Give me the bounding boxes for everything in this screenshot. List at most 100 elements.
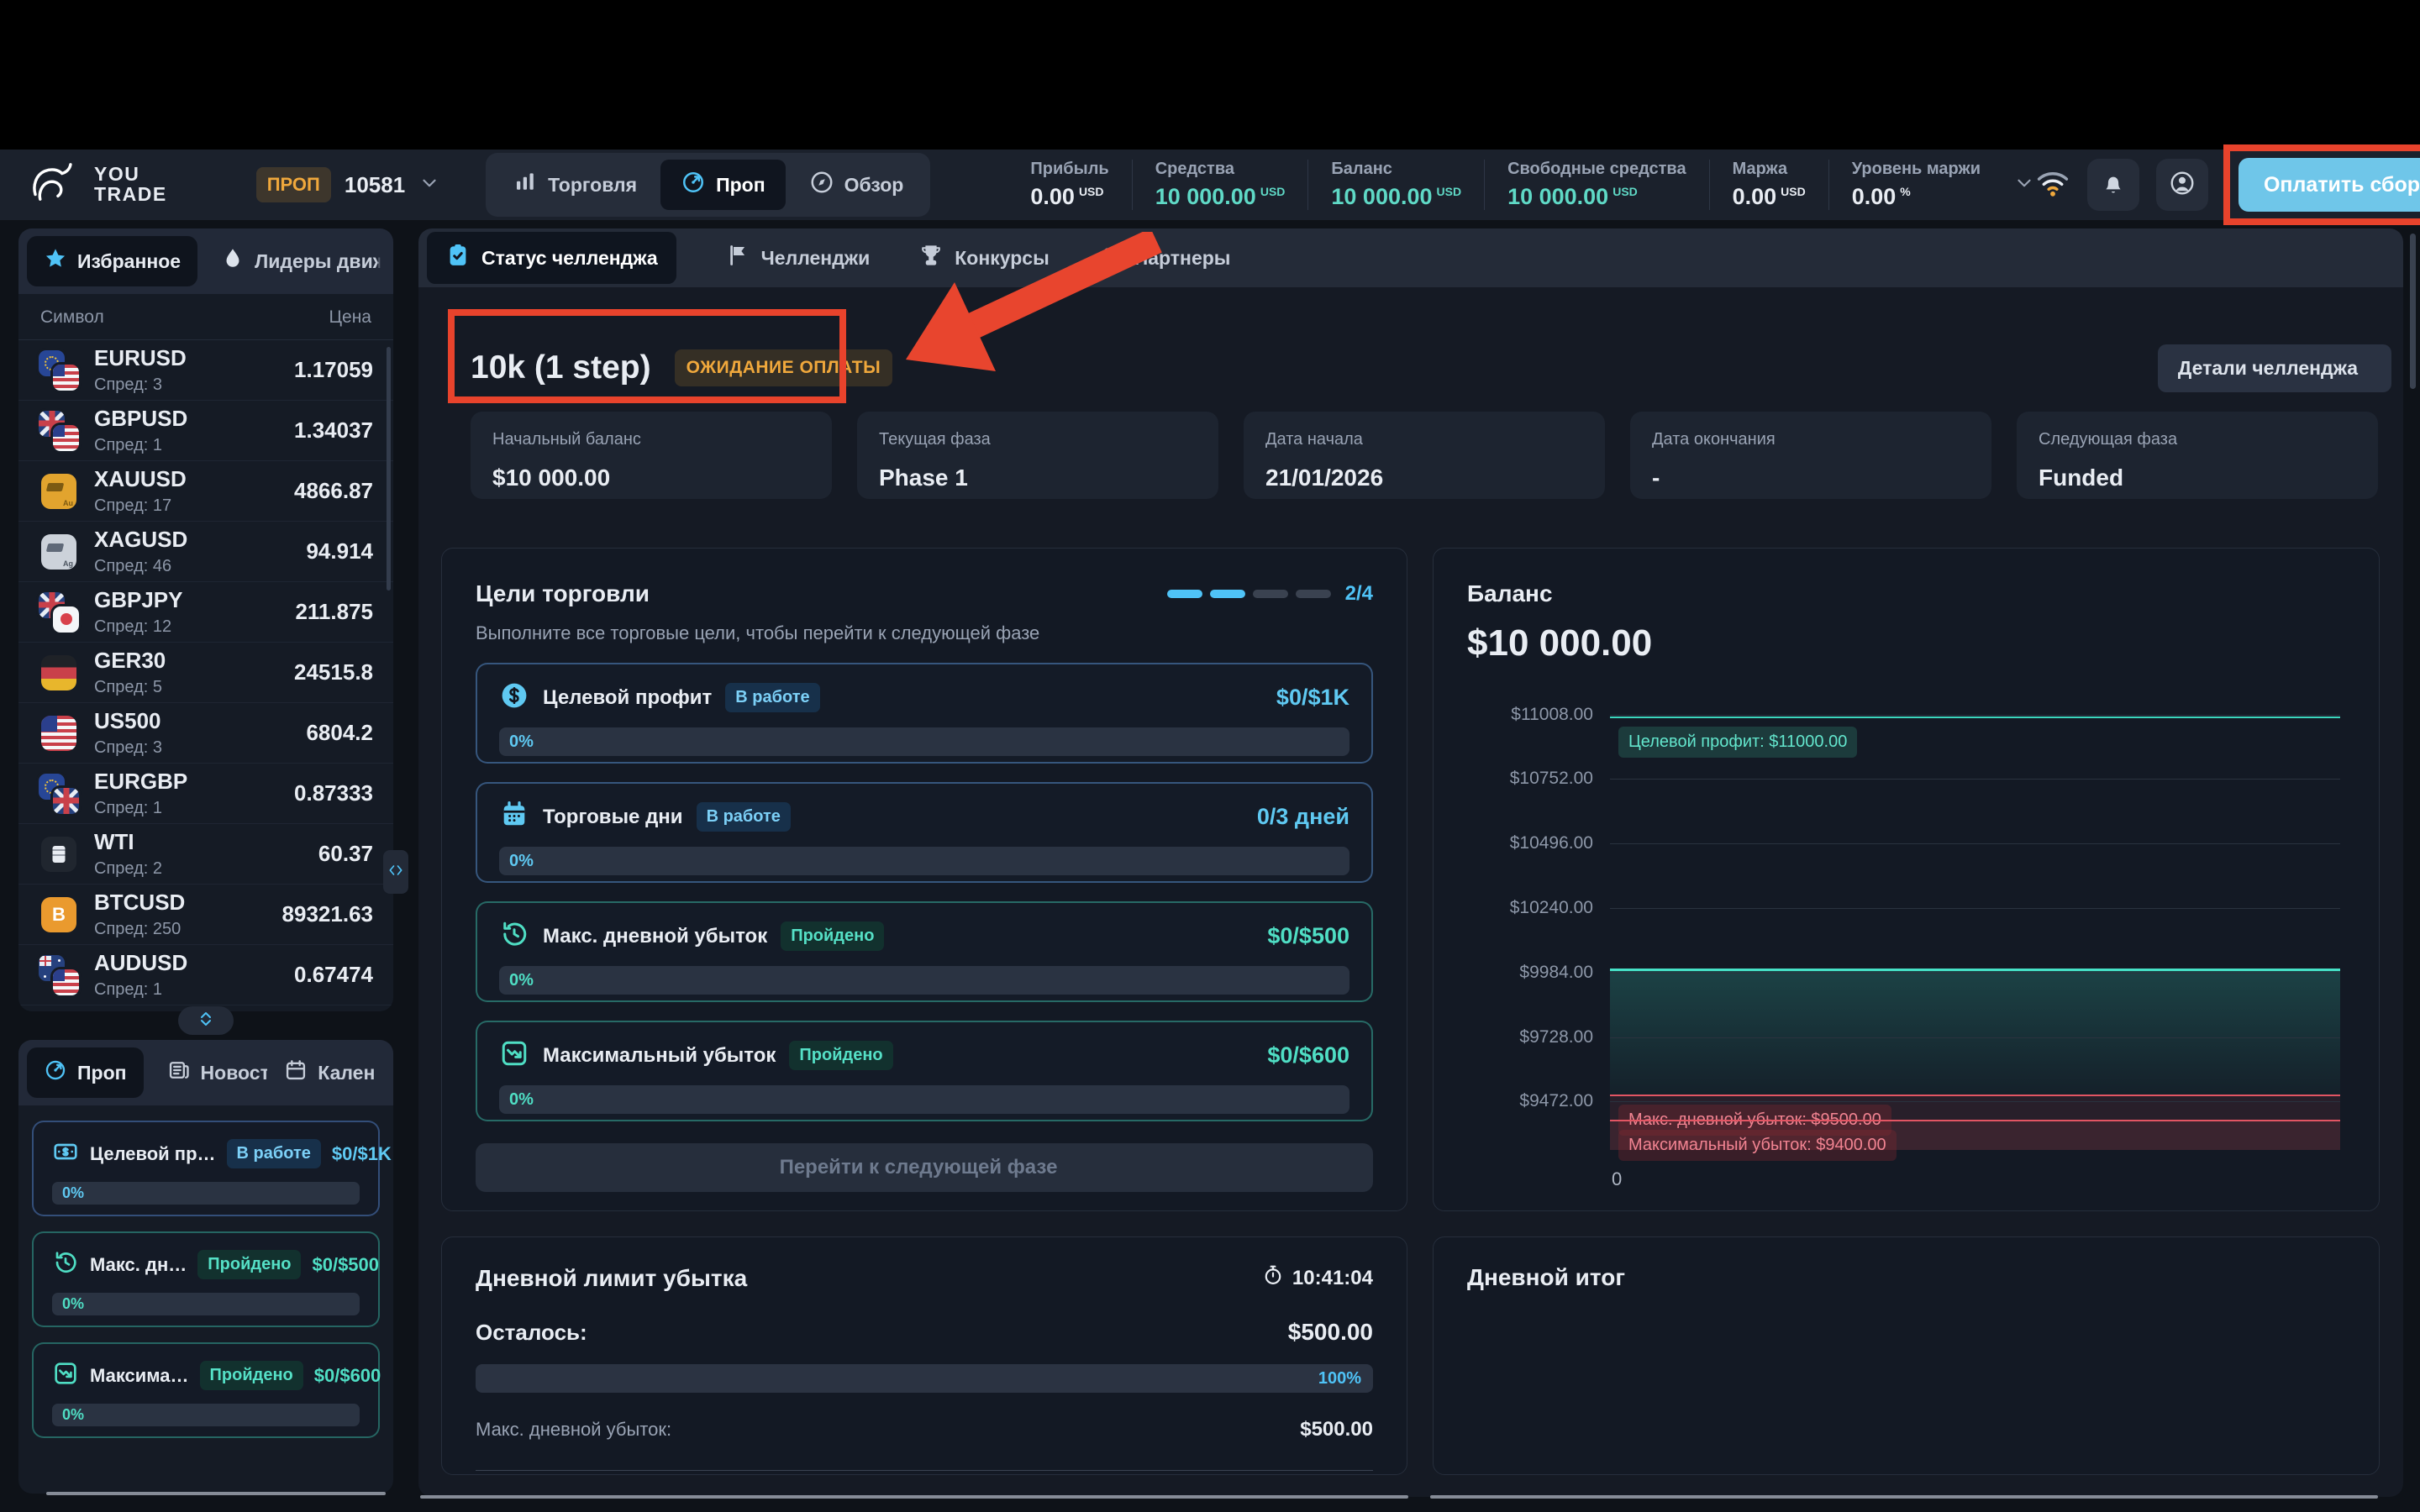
daily-loss-limit-card: Дневной лимит убытка 10:41:04 Осталось: …	[441, 1236, 1407, 1475]
mini-goal-profit-target[interactable]: Целевой пр… В работе $0/$1K 0%	[32, 1121, 380, 1216]
tab-contests[interactable]: Конкурсы	[918, 243, 1049, 273]
watchlist-scrollbar[interactable]	[387, 347, 391, 591]
balance-chart-ylabels: $11008.00$10752.00$10496.00$10240.00$998…	[1467, 696, 1593, 1150]
compass-icon	[809, 170, 834, 200]
challenge-tabs: Статус челленджа Челленджи Конкурсы Парт…	[418, 228, 2403, 287]
goals-title: Цели торговли	[476, 580, 650, 607]
account-id: 10581	[345, 172, 405, 198]
y-tick-label: $9984.00	[1519, 963, 1593, 983]
balance-chart: $11008.00$10752.00$10496.00$10240.00$998…	[1467, 696, 2345, 1200]
oil-icon	[39, 834, 79, 874]
stat-margin: Маржа 0.00USD	[1709, 160, 1828, 210]
challenge-title-row: 10k (1 step) ОЖИДАНИЕ ОПЛАТЫ Детали челл…	[471, 334, 2391, 402]
stopwatch-icon	[1262, 1264, 1284, 1292]
watchlist-row-xagusd[interactable]: Ag XAGUSDСпред: 46 94.914	[18, 522, 393, 582]
calendar-icon	[284, 1058, 308, 1087]
gridline	[1610, 908, 2340, 909]
panel-expand-button[interactable]	[178, 1006, 234, 1035]
window-scrollbar[interactable]	[2410, 234, 2416, 389]
tab-top-movers[interactable]: Лидеры движения	[221, 247, 385, 276]
account-type-badge: ПРОП	[256, 167, 331, 202]
watchlist-row-gbpusd[interactable]: GBPUSDСпред: 1 1.34037	[18, 401, 393, 461]
watchlist-row-ger30[interactable]: GER30Спред: 5 24515.8	[18, 643, 393, 703]
watchlist-row-wti[interactable]: WTIСпред: 2 60.37	[18, 824, 393, 885]
watchlist-tabs: Избранное Лидеры движения	[18, 228, 393, 294]
notifications-button[interactable]	[2087, 159, 2139, 211]
mini-goal-max-daily-loss[interactable]: Макс. дн… Пройдено $0/$500 0%	[32, 1231, 380, 1327]
balance-area	[1610, 969, 2340, 1095]
app-screen: YOU TRADE ПРОП 10581 Торговля Проп Обзор	[0, 0, 2420, 1512]
logo-line1: YOU	[94, 165, 167, 185]
trading-goals-card: Цели торговли 2/4 Выполните все торговые…	[441, 548, 1407, 1211]
gridline	[1610, 973, 2340, 974]
panel-bottom-edge	[1430, 1495, 2378, 1499]
watchlist-row-btcusd[interactable]: B BTCUSDСпред: 250 89321.63	[18, 885, 393, 945]
sidebar-resize-handle[interactable]	[383, 850, 408, 894]
watchlist-row-eurgbp[interactable]: EURGBPСпред: 1 0.87333	[18, 764, 393, 824]
watchlist-row-audusd[interactable]: AUDUSDСпред: 1 0.67474	[18, 945, 393, 1005]
goal-trading-days[interactable]: Торговые дни В работе 0/3 дней 0%	[476, 782, 1373, 883]
mini-goal-max-loss[interactable]: Максима… Пройдено $0/$600 0%	[32, 1342, 380, 1438]
challenge-details-button[interactable]: Детали челленджа	[2158, 344, 2391, 392]
divider	[476, 1470, 1373, 1471]
brand-logo[interactable]: YOU TRADE	[30, 162, 167, 208]
main-nav: Торговля Проп Обзор	[486, 153, 930, 217]
account-switcher[interactable]: ПРОП 10581	[256, 167, 440, 202]
tab-challenges[interactable]: Челленджи	[725, 243, 871, 273]
bull-logo-icon	[30, 162, 82, 208]
stat-equity: Средства 10 000.00USD	[1132, 160, 1308, 210]
nav-item-overview[interactable]: Обзор	[789, 160, 924, 210]
tab-calendar[interactable]: Кален	[284, 1058, 385, 1087]
gridline	[1610, 843, 2340, 844]
watchlist-row-xauusd[interactable]: Au XAUUSDСпред: 17 4866.87	[18, 461, 393, 522]
next-phase-button[interactable]: Перейти к следующей фазе	[476, 1143, 1373, 1192]
daily-limit-title: Дневной лимит убытка	[476, 1265, 747, 1292]
chevron-right-icon[interactable]	[376, 1065, 388, 1080]
chevron-right-icon[interactable]	[376, 254, 388, 269]
silver-icon: Ag	[39, 532, 79, 572]
status-badge: Пройдено	[781, 921, 884, 951]
tab-news[interactable]: Новости	[167, 1058, 268, 1087]
goal-max-daily-loss[interactable]: Макс. дневной убыток Пройдено $0/$500 0%	[476, 901, 1373, 1002]
progress-bar: 0%	[499, 966, 1349, 995]
gbpjpy-flag-icon	[39, 592, 79, 633]
chevron-down-icon	[418, 172, 440, 198]
balance-chart-plot: Целевой профит: $11000.00Макс. дневной у…	[1610, 696, 2340, 1150]
eurusd-flag-icon	[39, 350, 79, 391]
pay-challenge-fee-button[interactable]: Оплатить сбор за челлендж	[2238, 158, 2420, 212]
watchlist-row-gbpjpy[interactable]: GBPJPYСпред: 12 211.875	[18, 582, 393, 643]
app-header: YOU TRADE ПРОП 10581 Торговля Проп Обзор	[0, 150, 2420, 220]
watchlist-row-eurusd[interactable]: EURUSDСпред: 3 1.17059	[18, 340, 393, 401]
banknote-icon	[52, 1138, 79, 1169]
star-icon	[44, 247, 67, 276]
remaining-value: $500.00	[1288, 1319, 1373, 1346]
y-tick-label: $11008.00	[1511, 705, 1593, 725]
stat-profit: Прибыль 0.00USD	[1007, 160, 1131, 210]
panel-bottom-edge	[46, 1492, 386, 1495]
eurgbp-flag-icon	[39, 774, 79, 814]
progress-bar: 0%	[499, 1085, 1349, 1114]
profile-button[interactable]	[2156, 159, 2208, 211]
nav-item-trading[interactable]: Торговля	[492, 160, 657, 210]
progress-bar: 0%	[499, 847, 1349, 875]
tab-favorites[interactable]: Избранное	[27, 236, 197, 286]
gridline	[1610, 1037, 2340, 1038]
x-tick-label: 0	[1612, 1168, 1622, 1190]
tab-challenge-status[interactable]: Статус челленджа	[427, 232, 676, 284]
progress-bar: 0%	[52, 1293, 360, 1315]
balance-line	[1610, 969, 2340, 971]
history-clock-icon	[499, 919, 529, 953]
droplet-icon	[221, 247, 245, 276]
tab-partners[interactable]: Партнеры	[1098, 243, 1231, 273]
stats-expand-icon[interactable]	[2013, 172, 2035, 198]
tab-prop-widget[interactable]: Проп	[27, 1047, 144, 1098]
info-card-start-date: Дата начала 21/01/2026	[1244, 412, 1605, 499]
info-card-next-phase: Следующая фаза Funded	[2017, 412, 2378, 499]
max_total_loss-line	[1610, 1120, 2340, 1121]
nav-item-prop[interactable]: Проп	[660, 160, 786, 210]
flag-icon	[725, 243, 750, 273]
goal-max-loss[interactable]: Максимальный убыток Пройдено $0/$600 0%	[476, 1021, 1373, 1121]
watchlist-row-us500[interactable]: US500Спред: 3 6804.2	[18, 703, 393, 764]
goal-profit-target[interactable]: Целевой профит В работе $0/$1K 0%	[476, 663, 1373, 764]
max-daily-loss-label: Макс. дневной убыток:	[476, 1419, 671, 1441]
